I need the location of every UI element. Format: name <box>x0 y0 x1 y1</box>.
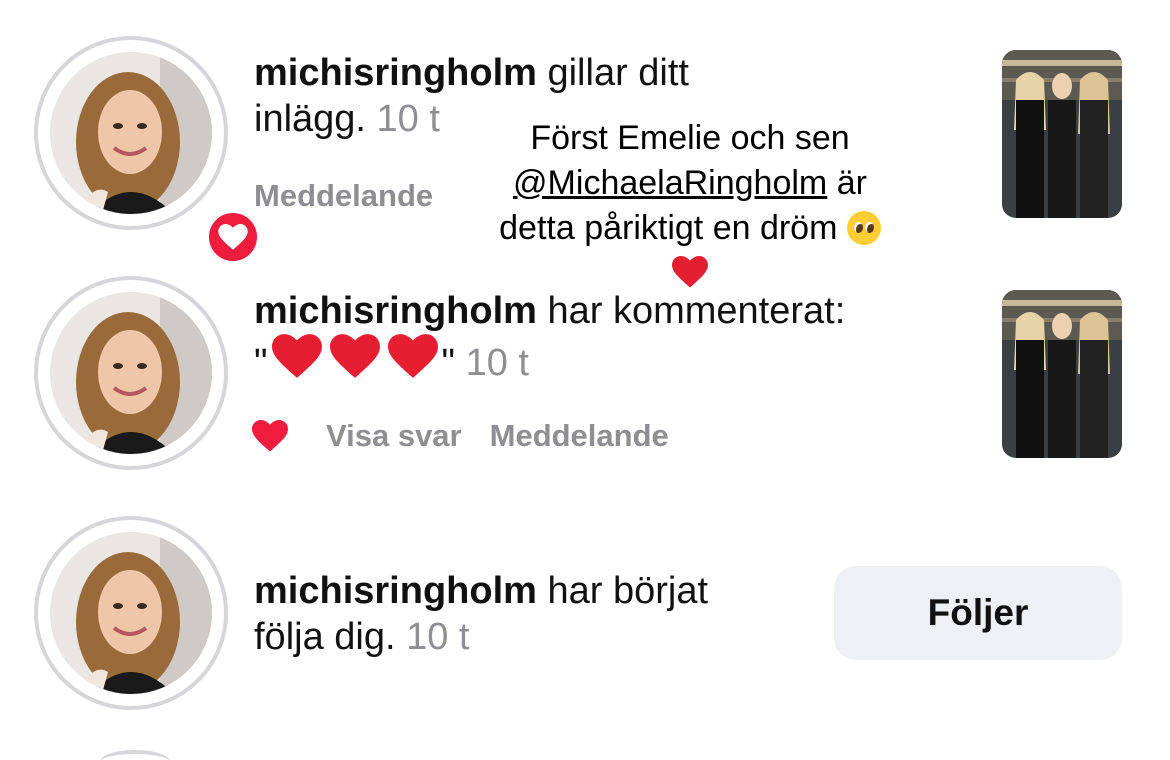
caption-line-1: Först Emelie och sen <box>530 119 850 157</box>
avatar-with-story-ring[interactable] <box>34 516 228 710</box>
post-photo <box>1002 50 1122 218</box>
avatar <box>50 292 212 454</box>
mention-link[interactable]: @MichaelaRingholm <box>513 164 827 202</box>
post-photo <box>1002 290 1122 458</box>
profile-photo <box>50 52 212 214</box>
username[interactable]: michisringholm <box>254 52 537 94</box>
red-heart-icon <box>387 334 438 378</box>
next-avatar-partial <box>100 750 170 760</box>
avatar <box>50 52 212 214</box>
username[interactable]: michisringholm <box>254 570 537 612</box>
view-replies-link[interactable]: Visa svar <box>326 418 462 454</box>
notification-message: har kommenterat: <box>547 290 846 332</box>
activity-feed: michisringholm gillar ditt inlägg. 10 t … <box>0 0 1170 760</box>
pleading-face-icon <box>846 211 881 245</box>
caption-line-2: är <box>836 164 867 202</box>
story-caption-overlay: Först Emelie och sen @MichaelaRingholm ä… <box>440 116 940 296</box>
following-button[interactable]: Följer <box>834 566 1122 660</box>
notification-message: har börjat <box>547 570 709 612</box>
notification-message-cont: inlägg. <box>254 98 366 140</box>
like-comment-heart-icon[interactable] <box>252 419 288 453</box>
message-link[interactable]: Meddelande <box>490 418 669 454</box>
post-thumbnail[interactable] <box>1002 50 1122 218</box>
username[interactable]: michisringholm <box>254 290 537 332</box>
message-link[interactable]: Meddelande <box>254 178 433 214</box>
like-badge <box>204 208 262 266</box>
notification-text[interactable]: michisringholm har kommenterat: " " 10 t <box>254 288 974 386</box>
comment-close-quote: " <box>441 342 456 384</box>
timestamp: 10 t <box>465 342 529 384</box>
heart-icon <box>218 223 248 250</box>
notification-actions: Meddelande <box>254 178 461 214</box>
avatar <box>50 532 212 694</box>
caption-line-3: detta påriktigt en dröm <box>499 209 838 247</box>
notification-message: gillar ditt <box>547 52 689 94</box>
red-heart-icon <box>329 334 380 378</box>
comment-open-quote: " <box>254 342 268 384</box>
avatar-with-story-ring[interactable] <box>34 276 228 470</box>
notification-message-cont: följa dig. <box>254 616 396 658</box>
notification-actions: Visa svar Meddelande <box>252 418 697 454</box>
red-heart-icon <box>672 256 708 288</box>
timestamp: 10 t <box>376 98 440 140</box>
avatar-with-story-ring[interactable] <box>34 36 262 266</box>
profile-photo <box>50 532 212 694</box>
post-thumbnail[interactable] <box>1002 290 1122 458</box>
timestamp: 10 t <box>406 616 470 658</box>
profile-photo <box>50 292 212 454</box>
red-heart-icon <box>271 334 322 378</box>
notification-text[interactable]: michisringholm har börjat följa dig. 10 … <box>254 568 814 660</box>
